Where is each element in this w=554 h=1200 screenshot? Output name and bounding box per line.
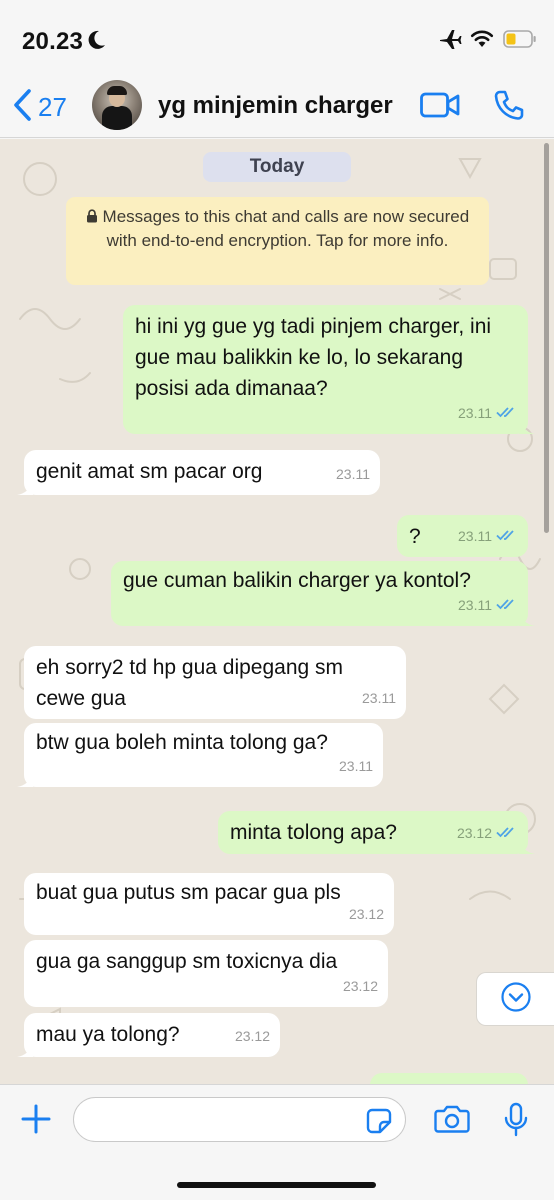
contact-name[interactable]: yg minjemin charger: [158, 92, 393, 120]
airplane-icon: [438, 28, 462, 55]
message-time: 23.12: [342, 978, 378, 994]
message-input[interactable]: [73, 1097, 406, 1142]
message-time: 23.12: [456, 825, 492, 841]
encryption-notice[interactable]: Messages to this chat and calls are now …: [66, 197, 489, 285]
message-input-bar: [0, 1084, 554, 1200]
encryption-notice-text: Messages to this chat and calls are now …: [102, 207, 470, 250]
message-text: gua ga sanggup sm toxicnya dia: [36, 950, 338, 973]
camera-icon[interactable]: [434, 1104, 470, 1139]
date-chip: Today: [203, 152, 351, 182]
message-time: 23.11: [458, 528, 492, 544]
message-time: 23.11: [458, 405, 492, 421]
double-tick-icon: [496, 590, 518, 621]
message-bubble[interactable]: eh sorry2 td hp gua dipegang sm cewe gua…: [24, 646, 406, 719]
phone-call-icon[interactable]: [494, 90, 524, 125]
scrollbar[interactable]: [544, 143, 549, 533]
back-button[interactable]: 27: [12, 88, 67, 127]
scroll-to-bottom-button[interactable]: [476, 972, 554, 1026]
message-text: ?: [409, 525, 421, 548]
message-text: hi ini yg gue yg tadi pinjem charger, in…: [135, 315, 492, 400]
message-text: minta tolong apa?: [230, 821, 397, 844]
message-time: 23.11: [458, 597, 492, 613]
message-time: 23.11: [362, 690, 396, 706]
chat-area[interactable]: Today Messages to this chat and calls ar…: [0, 139, 554, 1084]
wifi-icon: [470, 29, 494, 53]
message-time: 23.11: [336, 466, 370, 482]
chevron-down-icon: [500, 981, 532, 1018]
message-bubble[interactable]: hi ini yg gue yg tadi pinjem charger, in…: [123, 305, 535, 434]
message-bubble[interactable]: buat gua putus sm pacar gua pls 23.12: [24, 873, 394, 935]
battery-icon: [503, 30, 537, 53]
message-time: 23.12: [348, 906, 384, 922]
unread-count: 27: [38, 92, 67, 122]
message-text: mau ya tolong?: [36, 1023, 180, 1046]
chat-header: 27 yg minjemin charger: [0, 80, 554, 138]
plus-icon[interactable]: [20, 1103, 52, 1140]
status-time: 20.23: [22, 28, 84, 55]
double-tick-icon: [496, 521, 518, 552]
message-time: 23.12: [234, 1028, 270, 1044]
message-text: eh sorry2 td hp gua dipegang sm cewe gua: [36, 656, 344, 710]
lock-icon: [86, 207, 98, 226]
message-text: genit amat sm pacar org: [36, 460, 263, 483]
moon-icon: [88, 30, 106, 55]
message-bubble[interactable]: genit amat sm pacar org 23.11: [17, 450, 380, 495]
back-chevron-icon: [12, 88, 32, 127]
message-bubble[interactable]: minta tolong apa? 23.12: [218, 811, 535, 854]
message-time: 23.11: [339, 758, 373, 774]
sticker-icon[interactable]: [366, 1108, 392, 1139]
avatar[interactable]: [92, 80, 142, 130]
message-bubble[interactable]: btw gua boleh minta tolong ga? 23.11: [17, 723, 383, 787]
video-call-icon[interactable]: [420, 92, 460, 123]
message-bubble[interactable]: gue cuman balikin charger ya kontol? 23.…: [111, 561, 535, 626]
message-bubble[interactable]: ? 23.11: [397, 515, 528, 557]
message-bubble-partial[interactable]: [370, 1073, 528, 1084]
double-tick-icon: [496, 398, 518, 429]
message-text: buat gua putus sm pacar gua pls: [36, 881, 341, 904]
double-tick-icon: [496, 818, 518, 849]
message-bubble[interactable]: mau ya tolong? 23.12: [17, 1013, 280, 1057]
message-text: gue cuman balikin charger ya kontol?: [123, 569, 471, 592]
message-text: btw gua boleh minta tolong ga?: [36, 731, 328, 754]
message-bubble[interactable]: gua ga sanggup sm toxicnya dia 23.12: [24, 940, 388, 1007]
microphone-icon[interactable]: [503, 1102, 529, 1143]
home-indicator: [177, 1182, 376, 1188]
status-bar: 20.23: [0, 0, 554, 80]
